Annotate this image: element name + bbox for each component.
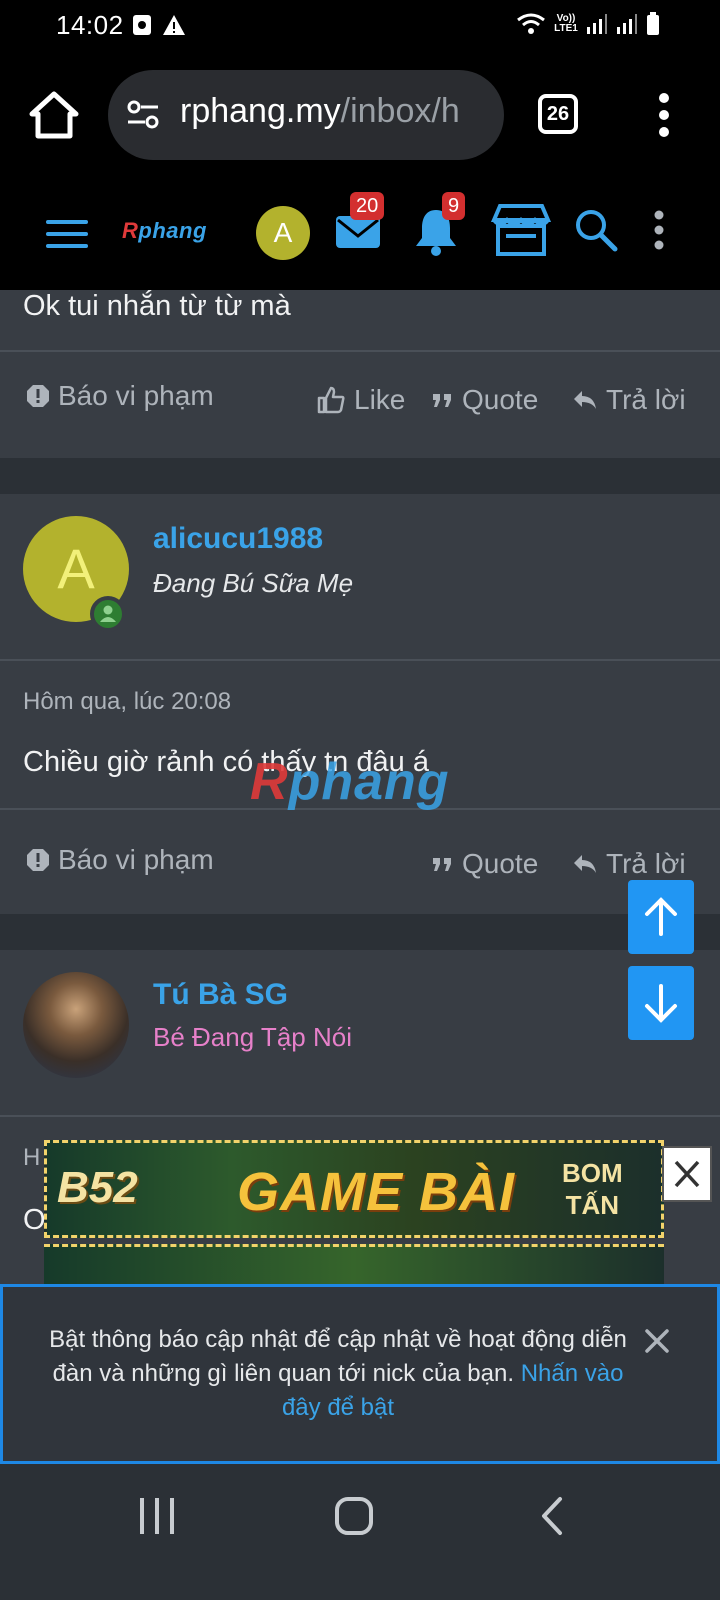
browser-menu-icon[interactable]: [656, 92, 672, 138]
reply-icon: [574, 855, 596, 873]
online-status-icon: [90, 596, 126, 632]
reply-label: Trả lời: [606, 384, 686, 415]
report-label: Báo vi phạm: [58, 844, 214, 875]
like-label: Like: [354, 384, 406, 415]
quote-icon: [433, 858, 451, 871]
back-icon[interactable]: [540, 1496, 564, 1536]
search-icon[interactable]: [574, 208, 618, 252]
screenshot-notification-icon: [133, 15, 151, 35]
arrow-down-icon: [645, 984, 677, 1023]
url-path: /inbox/h: [340, 92, 460, 130]
logo-rest: phang: [288, 753, 450, 811]
report-button[interactable]: Báo vi phạm: [26, 380, 214, 412]
scroll-top-button[interactable]: [628, 880, 694, 954]
ad-brand: B52: [57, 1163, 138, 1212]
message-gap: [0, 458, 720, 494]
inbox-badge: 20: [350, 192, 385, 220]
like-button[interactable]: Like: [316, 384, 405, 416]
home-nav-icon[interactable]: [334, 1496, 374, 1536]
url-host: rphang.my: [180, 92, 341, 130]
store-icon[interactable]: [490, 202, 552, 258]
message-body: Ok tui nhắn từ từ mà: [23, 290, 291, 322]
report-button[interactable]: Báo vi phạm: [26, 844, 214, 876]
logo-initial: R: [122, 218, 139, 243]
more-options-icon[interactable]: [652, 210, 666, 250]
address-bar[interactable]: rphang.my/inbox/h: [108, 70, 504, 160]
logo-rest: phang: [138, 218, 207, 243]
message-body: O: [23, 1204, 46, 1236]
lte-label: Vo)) LTE1: [554, 13, 578, 34]
thumbs-up-icon: [317, 386, 345, 414]
browser-toolbar: rphang.my/inbox/h 26: [0, 50, 720, 178]
hamburger-menu-icon[interactable]: [46, 218, 88, 250]
site-logo[interactable]: Rphang: [122, 218, 207, 244]
ad-tagline-2: TẤN: [565, 1190, 620, 1220]
quote-label: Quote: [462, 848, 539, 879]
tab-switcher-button[interactable]: 26: [538, 94, 578, 134]
message-actions: Báo vi phạm Quote Trả lời: [0, 844, 720, 904]
reply-label: Trả lời: [606, 848, 686, 879]
wifi-icon: [517, 13, 545, 34]
report-icon: [27, 849, 49, 871]
quote-button[interactable]: Quote: [432, 384, 538, 416]
url-text[interactable]: rphang.my/inbox/h: [180, 92, 490, 131]
quote-icon: [433, 394, 451, 407]
divider: [0, 1115, 720, 1117]
author-name[interactable]: alicucu1988: [153, 522, 323, 556]
author-name[interactable]: Tú Bà SG: [153, 978, 288, 1012]
watermark-text: Rphang: [250, 753, 450, 811]
message-actions: Báo vi phạm Like Quote Trả lời: [0, 380, 720, 440]
notice-text: Bật thông báo cập nhật để cập nhật về ho…: [33, 1323, 643, 1425]
arrow-up-icon: [645, 897, 677, 936]
ad-headline: GAME BÀI: [237, 1162, 515, 1222]
status-time: 14:02: [56, 10, 124, 40]
status-bar: 14:02 Vo)) LTE1: [0, 0, 720, 50]
watermark: Rphang: [250, 752, 450, 812]
reply-icon: [574, 391, 596, 409]
battery-icon: [647, 12, 659, 35]
ad-close-button[interactable]: [662, 1146, 712, 1202]
alerts-badge: 9: [442, 192, 466, 220]
close-icon: [674, 1160, 700, 1188]
ad-banner[interactable]: B52 GAME BÀI BOM TẤN: [44, 1140, 664, 1238]
signal-icon-1: [587, 14, 607, 34]
report-icon: [27, 385, 49, 407]
forum-header: Rphang A 20 9: [0, 178, 720, 290]
message-card: Ok tui nhắn từ từ mà Báo vi phạm Like Qu…: [0, 290, 720, 458]
author-title: Đang Bú Sữa Mẹ: [153, 568, 354, 598]
close-icon[interactable]: [643, 1327, 671, 1355]
signal-icon-2: [617, 14, 637, 34]
site-settings-icon[interactable]: [126, 100, 160, 130]
reply-button[interactable]: Trả lời: [572, 384, 686, 416]
scroll-bottom-button[interactable]: [628, 966, 694, 1040]
push-notification-prompt: Bật thông báo cập nhật để cập nhật về ho…: [0, 1284, 720, 1464]
ad-tagline-1: BOM: [562, 1158, 623, 1188]
warning-icon: [163, 15, 185, 35]
message-date: Hôm qua, lúc 20:08: [23, 688, 232, 715]
ad-tagline: BOM TẤN: [562, 1157, 623, 1221]
author-title: Bé Đang Tập Nói: [153, 1022, 352, 1052]
logo-initial: R: [250, 753, 289, 811]
message-date: H: [23, 1144, 41, 1171]
divider: [0, 659, 720, 661]
reply-button[interactable]: Trả lời: [572, 848, 686, 880]
divider: [0, 350, 720, 352]
system-navigation-bar: [0, 1464, 720, 1600]
author-avatar[interactable]: [23, 972, 129, 1078]
status-right-icons: Vo)) LTE1: [516, 12, 660, 36]
home-icon[interactable]: [28, 90, 80, 140]
message-card: A alicucu1988 Đang Bú Sữa Mẹ Hôm qua, lú…: [0, 494, 720, 914]
quote-label: Quote: [462, 384, 539, 415]
quote-button[interactable]: Quote: [432, 848, 538, 880]
site-logo-text: Rphang: [122, 218, 207, 243]
report-label: Báo vi phạm: [58, 380, 214, 411]
user-avatar[interactable]: A: [256, 206, 310, 260]
status-left-icons: [132, 14, 186, 36]
message-gap: [0, 914, 720, 950]
recent-apps-icon[interactable]: [138, 1496, 176, 1536]
